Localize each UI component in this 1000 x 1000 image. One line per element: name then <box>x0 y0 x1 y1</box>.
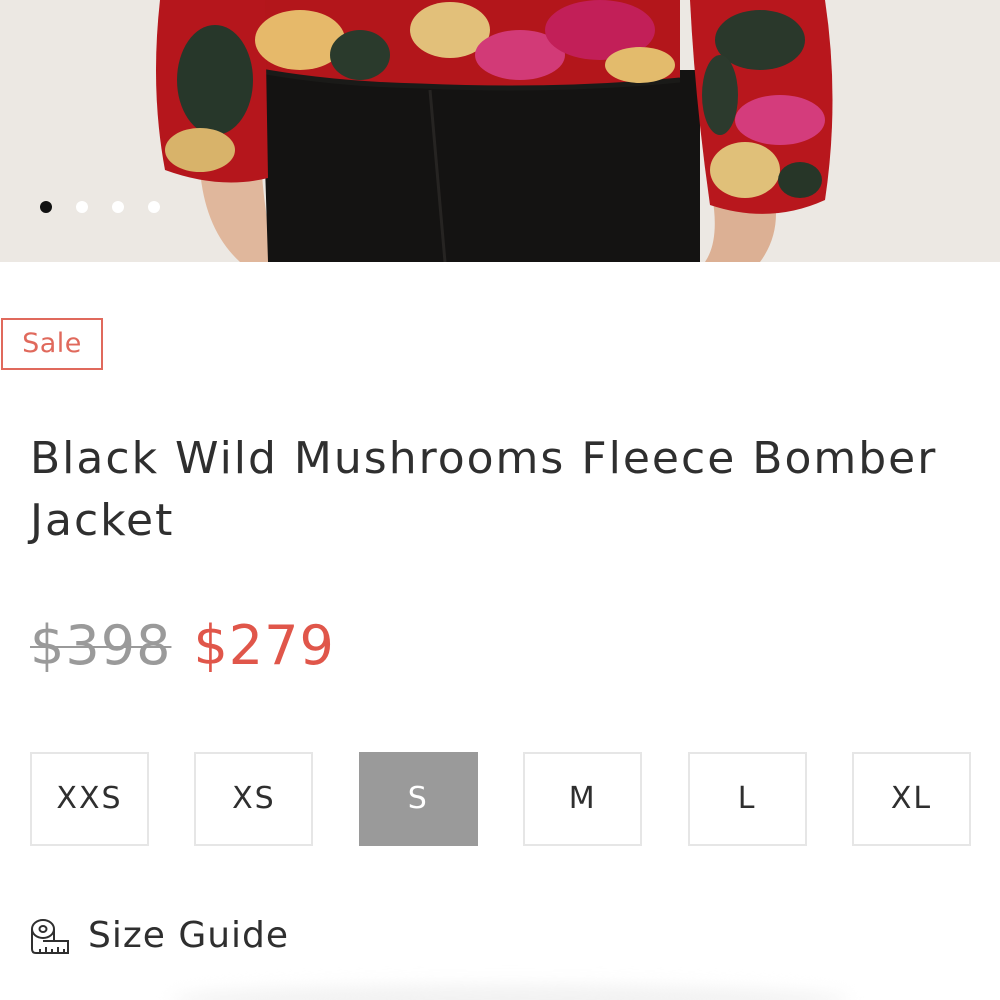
size-option-m[interactable]: M <box>523 752 643 846</box>
price-row: $398 $279 <box>30 614 335 677</box>
sale-badge: Sale <box>1 318 103 370</box>
carousel-pagination <box>40 201 160 213</box>
carousel-dot-2[interactable] <box>76 201 88 213</box>
carousel-dot-3[interactable] <box>112 201 124 213</box>
measuring-tape-icon <box>31 918 69 954</box>
size-option-xs[interactable]: XS <box>194 752 314 846</box>
size-option-xxs[interactable]: XXS <box>30 752 149 846</box>
size-option-l[interactable]: L <box>687 752 807 846</box>
carousel-dot-1[interactable] <box>40 201 52 213</box>
size-option-xl[interactable]: XL <box>851 752 971 846</box>
size-guide-label: Size Guide <box>88 915 290 956</box>
product-image-carousel[interactable] <box>0 0 1000 262</box>
bottom-bar-shadow <box>170 985 850 1000</box>
size-guide-link[interactable]: Size Guide <box>30 915 289 956</box>
product-photo <box>0 0 1000 262</box>
size-selector: XXS XS S M L XL <box>30 752 971 846</box>
product-title: Black Wild Mushrooms Fleece Bomber Jacke… <box>30 433 938 546</box>
sale-price: $279 <box>193 614 335 677</box>
size-option-s[interactable]: S <box>358 752 478 846</box>
carousel-dot-4[interactable] <box>148 201 160 213</box>
original-price: $398 <box>30 614 172 677</box>
